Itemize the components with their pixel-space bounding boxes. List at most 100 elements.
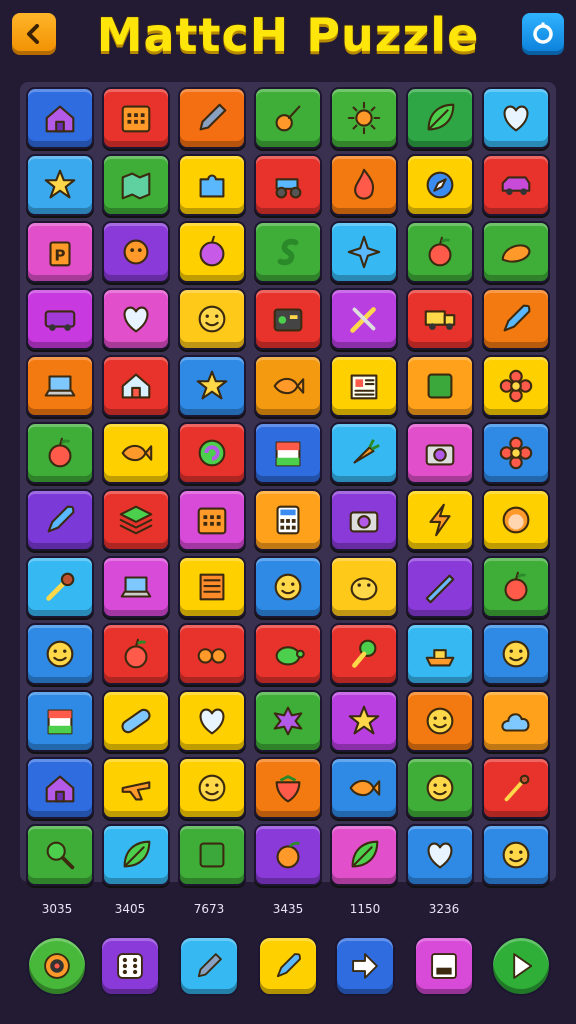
tile[interactable] <box>26 87 94 149</box>
tile[interactable] <box>178 87 246 149</box>
tile[interactable] <box>26 623 94 685</box>
tile[interactable] <box>254 288 322 350</box>
tile[interactable] <box>102 221 170 283</box>
tile[interactable] <box>330 623 398 685</box>
tile[interactable] <box>330 757 398 819</box>
tile[interactable] <box>102 690 170 752</box>
tile[interactable] <box>482 422 550 484</box>
tile[interactable]: P <box>26 221 94 283</box>
tile[interactable] <box>482 221 550 283</box>
tile[interactable] <box>254 824 322 886</box>
tile[interactable] <box>406 824 474 886</box>
tile[interactable] <box>254 154 322 216</box>
tile[interactable] <box>406 355 474 417</box>
tile[interactable] <box>178 221 246 283</box>
tile[interactable] <box>26 489 94 551</box>
tile[interactable] <box>406 623 474 685</box>
tile[interactable] <box>406 489 474 551</box>
tile[interactable] <box>254 355 322 417</box>
powerup-slot: 3405 <box>95 900 165 996</box>
tile[interactable] <box>178 489 246 551</box>
tile[interactable] <box>26 288 94 350</box>
tile[interactable] <box>102 623 170 685</box>
tile[interactable] <box>330 87 398 149</box>
tile[interactable] <box>254 690 322 752</box>
tile[interactable] <box>482 690 550 752</box>
tile[interactable] <box>330 422 398 484</box>
save-button[interactable] <box>414 936 474 996</box>
house-icon <box>45 775 75 803</box>
tile[interactable] <box>26 154 94 216</box>
tile[interactable] <box>254 221 322 283</box>
powerup-count: 3035 <box>41 902 73 916</box>
tile[interactable] <box>406 757 474 819</box>
tile[interactable] <box>330 489 398 551</box>
tile[interactable] <box>330 824 398 886</box>
tile[interactable] <box>102 556 170 618</box>
tile[interactable] <box>482 556 550 618</box>
tile[interactable] <box>406 690 474 752</box>
tile[interactable] <box>102 154 170 216</box>
tile[interactable] <box>330 288 398 350</box>
tile[interactable] <box>482 87 550 149</box>
tile[interactable] <box>406 288 474 350</box>
target-button[interactable] <box>27 936 87 996</box>
tile[interactable] <box>178 556 246 618</box>
tile[interactable] <box>102 824 170 886</box>
tile[interactable] <box>330 154 398 216</box>
tile[interactable] <box>406 221 474 283</box>
tile[interactable] <box>102 355 170 417</box>
tile[interactable] <box>330 690 398 752</box>
tile[interactable] <box>406 87 474 149</box>
tile[interactable] <box>482 623 550 685</box>
tile[interactable] <box>406 422 474 484</box>
tile[interactable] <box>102 489 170 551</box>
back-button[interactable] <box>12 13 56 55</box>
tile[interactable] <box>26 355 94 417</box>
tile[interactable] <box>178 288 246 350</box>
tile[interactable] <box>178 824 246 886</box>
tile[interactable] <box>178 154 246 216</box>
tile[interactable] <box>254 422 322 484</box>
lightning-icon <box>429 503 451 537</box>
play-button[interactable] <box>491 936 551 996</box>
tile[interactable] <box>26 690 94 752</box>
tile[interactable] <box>406 556 474 618</box>
tile[interactable] <box>178 422 246 484</box>
star-icon <box>348 705 380 735</box>
tile[interactable] <box>330 355 398 417</box>
tile[interactable] <box>406 154 474 216</box>
tile[interactable] <box>254 489 322 551</box>
page-title: MattcH Puzzle <box>96 8 480 62</box>
tile[interactable] <box>26 757 94 819</box>
tile[interactable] <box>482 288 550 350</box>
settings-button[interactable] <box>522 13 564 55</box>
tile[interactable] <box>178 757 246 819</box>
tile[interactable] <box>102 288 170 350</box>
tile[interactable] <box>254 556 322 618</box>
tile[interactable] <box>482 355 550 417</box>
arrow-right-button[interactable] <box>335 936 395 996</box>
dice-button[interactable] <box>100 936 160 996</box>
strawberry-icon <box>275 775 301 803</box>
tile[interactable] <box>482 154 550 216</box>
tile[interactable] <box>482 824 550 886</box>
tile[interactable] <box>254 623 322 685</box>
tile[interactable] <box>102 422 170 484</box>
tile[interactable] <box>482 757 550 819</box>
tile[interactable] <box>254 87 322 149</box>
tile[interactable] <box>178 623 246 685</box>
tile[interactable] <box>178 355 246 417</box>
tile[interactable] <box>26 556 94 618</box>
tile[interactable] <box>26 824 94 886</box>
tile[interactable] <box>102 87 170 149</box>
tile[interactable] <box>482 489 550 551</box>
rocket-button[interactable] <box>258 936 318 996</box>
tile[interactable] <box>26 422 94 484</box>
pencil-button[interactable] <box>179 936 239 996</box>
tile[interactable] <box>330 221 398 283</box>
tile[interactable] <box>102 757 170 819</box>
tile[interactable] <box>178 690 246 752</box>
tile[interactable] <box>254 757 322 819</box>
tile[interactable] <box>330 556 398 618</box>
